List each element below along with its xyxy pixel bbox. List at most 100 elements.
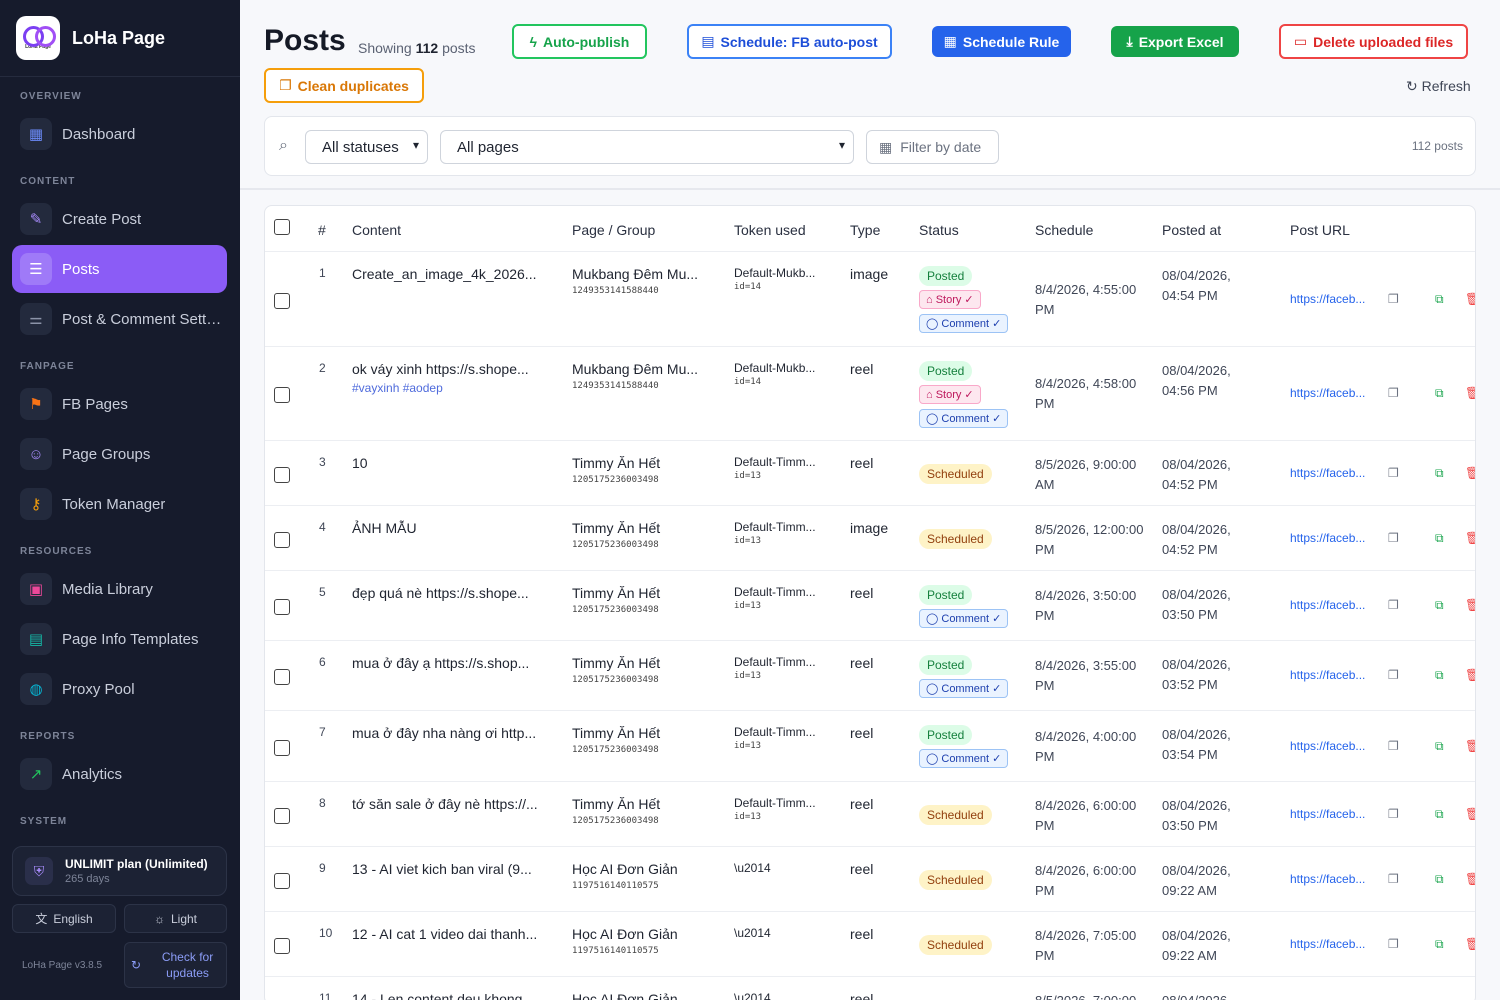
table-row[interactable]: 3 10 Timmy Ăn Hết 1205175236003498 Default-T… xyxy=(265,440,1475,505)
row-checkbox[interactable] xyxy=(274,669,290,685)
post-content[interactable]: ok váy xinh https://s.shope... xyxy=(352,361,529,377)
copy-icon[interactable]: ❐ xyxy=(1388,292,1399,306)
search-icon[interactable]: ⌕ xyxy=(279,137,288,155)
sidebar-item-create-post[interactable]: ✎ Create Post xyxy=(12,195,227,243)
trash-icon[interactable]: 🗑 xyxy=(1465,872,1475,886)
copy-icon[interactable]: ❐ xyxy=(1388,807,1399,821)
external-link-icon[interactable]: ⧉ xyxy=(1435,739,1444,754)
row-checkbox[interactable] xyxy=(274,467,290,483)
table-row[interactable]: 11 14 - Len content deu khong... Học AI Đơ… xyxy=(265,976,1475,1000)
external-link-icon[interactable]: ⧉ xyxy=(1435,466,1444,481)
table-row[interactable]: 5 đẹp quá nè https://s.shope... Timmy Ăn H… xyxy=(265,570,1475,640)
copy-icon[interactable]: ❐ xyxy=(1388,872,1399,886)
post-content[interactable]: mua ở đây nha nàng ơi http... xyxy=(352,725,536,741)
post-url-link[interactable]: https://faceb... xyxy=(1290,386,1365,400)
trash-icon[interactable]: 🗑 xyxy=(1465,531,1475,545)
post-content[interactable]: đẹp quá nè https://s.shope... xyxy=(352,585,529,601)
external-link-icon[interactable]: ⧉ xyxy=(1435,937,1444,952)
row-checkbox[interactable] xyxy=(274,599,290,615)
external-link-icon[interactable]: ⧉ xyxy=(1435,807,1444,822)
post-url-link[interactable]: https://faceb... xyxy=(1290,807,1365,821)
external-link-icon[interactable]: ⧉ xyxy=(1435,598,1444,613)
trash-icon[interactable]: 🗑 xyxy=(1465,466,1475,480)
copy-icon[interactable]: ❐ xyxy=(1388,531,1399,545)
plan-card[interactable]: ⛨ UNLIMIT plan (Unlimited) 265 days xyxy=(12,846,227,896)
external-link-icon[interactable]: ⧉ xyxy=(1435,531,1444,546)
trash-icon[interactable]: 🗑 xyxy=(1465,807,1475,821)
app-logo[interactable]: LoHa Page xyxy=(16,16,60,60)
table-row[interactable]: 6 mua ở đây ạ https://s.shop... Timmy Ăn H… xyxy=(265,640,1475,710)
table-row[interactable]: 1 Create_an_image_4k_2026... Mukbang Đêm M… xyxy=(265,251,1475,346)
post-content[interactable]: mua ở đây ạ https://s.shop... xyxy=(352,655,529,671)
auto-publish-button[interactable]: ϟ Auto-publish xyxy=(512,24,647,59)
post-content[interactable]: 10 xyxy=(352,455,368,471)
post-content[interactable]: Create_an_image_4k_2026... xyxy=(352,266,536,282)
copy-icon[interactable]: ❐ xyxy=(1388,739,1399,753)
table-row[interactable]: 10 12 - AI cat 1 video dai thanh... Học AI… xyxy=(265,911,1475,976)
col-schedule[interactable]: Schedule xyxy=(1035,222,1093,238)
col-type[interactable]: Type xyxy=(850,222,880,238)
trash-icon[interactable]: 🗑 xyxy=(1465,739,1475,753)
clean-duplicates-button[interactable]: ❐ Clean duplicates xyxy=(264,68,424,103)
sidebar-item-posts[interactable]: ☰ Posts xyxy=(12,245,227,293)
sidebar-item-token-manager[interactable]: ⚷ Token Manager xyxy=(12,480,227,528)
theme-button[interactable]: ☼ Light xyxy=(124,904,227,933)
row-checkbox[interactable] xyxy=(274,740,290,756)
post-content[interactable]: 13 - AI viet kich ban viral (9... xyxy=(352,861,532,877)
post-content[interactable]: tớ săn sale ở đây nè https://... xyxy=(352,796,538,812)
table-row[interactable]: 7 mua ở đây nha nàng ơi http... Timmy Ăn H… xyxy=(265,710,1475,781)
table-row[interactable]: 2 ok váy xinh https://s.shope... #vayxinh … xyxy=(265,346,1475,440)
col-posted-at[interactable]: Posted at xyxy=(1162,222,1221,238)
row-checkbox[interactable] xyxy=(274,293,290,309)
trash-icon[interactable]: 🗑 xyxy=(1465,937,1475,951)
sidebar-item-page-groups[interactable]: ☺ Page Groups xyxy=(12,430,227,478)
refresh-button[interactable]: ↻ Refresh xyxy=(1406,78,1471,95)
external-link-icon[interactable]: ⧉ xyxy=(1435,668,1444,683)
row-checkbox[interactable] xyxy=(274,532,290,548)
select-all-checkbox[interactable] xyxy=(274,219,290,235)
post-content[interactable]: 14 - Len content deu khong... xyxy=(352,991,534,1000)
language-button[interactable]: 文 English xyxy=(12,904,116,933)
col-content[interactable]: Content xyxy=(352,222,401,238)
sidebar-item-analytics[interactable]: ↗ Analytics xyxy=(12,750,227,798)
table-row[interactable]: 8 tớ săn sale ở đây nè https://... Timmy Ă… xyxy=(265,781,1475,846)
sidebar-item-proxy-pool[interactable]: ◍ Proxy Pool xyxy=(12,665,227,713)
status-filter-select[interactable]: All statuses ▾ xyxy=(305,130,428,164)
post-url-link[interactable]: https://faceb... xyxy=(1290,937,1365,951)
copy-icon[interactable]: ❐ xyxy=(1388,466,1399,480)
sidebar-item-media-library[interactable]: ▣ Media Library xyxy=(12,565,227,613)
trash-icon[interactable]: 🗑 xyxy=(1465,668,1475,682)
sidebar-item-post-comment-settings[interactable]: ⚌ Post & Comment Setti... xyxy=(12,295,227,343)
external-link-icon[interactable]: ⧉ xyxy=(1435,872,1444,887)
sidebar-item-dashboard[interactable]: ▦ Dashboard xyxy=(12,110,227,158)
delete-uploaded-files-button[interactable]: ▭ Delete uploaded files xyxy=(1279,24,1468,59)
copy-icon[interactable]: ❐ xyxy=(1388,668,1399,682)
row-checkbox[interactable] xyxy=(274,873,290,889)
schedule-fb-autopost-button[interactable]: ▤ Schedule: FB auto-post xyxy=(687,24,892,59)
sidebar-item-page-info-templates[interactable]: ▤ Page Info Templates xyxy=(12,615,227,663)
col-token[interactable]: Token used xyxy=(734,222,806,238)
row-checkbox[interactable] xyxy=(274,808,290,824)
post-url-link[interactable]: https://faceb... xyxy=(1290,739,1365,753)
check-updates-button[interactable]: ↻ Check for updates xyxy=(124,942,227,988)
export-excel-button[interactable]: ⤓ Export Excel xyxy=(1111,26,1239,57)
post-url-link[interactable]: https://faceb... xyxy=(1290,531,1365,545)
trash-icon[interactable]: 🗑 xyxy=(1465,598,1475,612)
post-url-link[interactable]: https://faceb... xyxy=(1290,668,1365,682)
pages-filter-select[interactable]: All pages ▾ xyxy=(440,130,854,164)
copy-icon[interactable]: ❐ xyxy=(1388,937,1399,951)
table-row[interactable]: 9 13 - AI viet kich ban viral (9... Học AI… xyxy=(265,846,1475,911)
row-checkbox[interactable] xyxy=(274,938,290,954)
post-url-link[interactable]: https://faceb... xyxy=(1290,466,1365,480)
col-page-group[interactable]: Page / Group xyxy=(572,222,655,238)
trash-icon[interactable]: 🗑 xyxy=(1465,386,1475,400)
col-status[interactable]: Status xyxy=(919,222,959,238)
copy-icon[interactable]: ❐ xyxy=(1388,386,1399,400)
sidebar-item-fb-pages[interactable]: ⚑ FB Pages xyxy=(12,380,227,428)
post-url-link[interactable]: https://faceb... xyxy=(1290,292,1365,306)
schedule-rule-button[interactable]: ▦ Schedule Rule xyxy=(932,26,1071,57)
table-row[interactable]: 4 ẢNH MẪU Timmy Ăn Hết 1205175236003498 Defa… xyxy=(265,505,1475,570)
trash-icon[interactable]: 🗑 xyxy=(1465,292,1475,306)
external-link-icon[interactable]: ⧉ xyxy=(1435,292,1444,307)
post-content[interactable]: ẢNH MẪU xyxy=(352,520,417,536)
